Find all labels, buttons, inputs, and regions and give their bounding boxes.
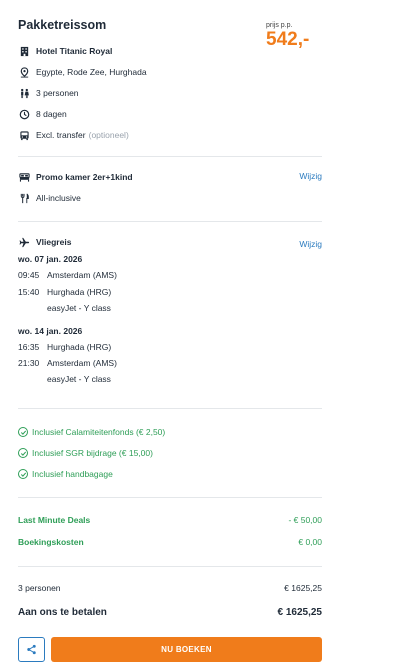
location-text: Egypte, Rode Zee, Hurghada [36, 67, 147, 77]
clock-icon [18, 108, 30, 120]
price-label: prijs p.p. [266, 22, 293, 29]
booking-costs-label: Boekingskosten [18, 537, 84, 547]
inclusion-text: Inclusief SGR bijdrage (€ 15,00) [32, 448, 153, 458]
share-button[interactable] [18, 637, 45, 662]
board-row: All-inclusive [18, 191, 81, 205]
return-dep-airport: Hurghada (HRG) [47, 342, 112, 352]
book-now-button[interactable]: NU BOEKEN [51, 637, 322, 662]
pay-total-label: Aan ons te betalen [18, 607, 107, 618]
divider [18, 566, 322, 567]
divider [18, 408, 322, 409]
transfer-optional-note: (optioneel) [88, 130, 129, 140]
pay-total-amount: € 1625,25 [277, 607, 323, 618]
room-name: Promo kamer 2er+1kind [36, 172, 133, 182]
airplane-icon [18, 236, 30, 248]
flight-title-row: Vliegreis [18, 235, 71, 249]
duration-row: 8 dagen [18, 107, 67, 121]
location-row: Egypte, Rode Zee, Hurghada [18, 65, 147, 79]
inclusion-item: Inclusief SGR bijdrage (€ 15,00) [18, 446, 153, 460]
board-text: All-inclusive [36, 193, 81, 203]
transfer-text: Excl. transfer [36, 130, 86, 140]
inclusion-text: Inclusief Calamiteitenfonds (€ 2,50) [32, 427, 166, 437]
return-date: wo. 14 jan. 2026 [18, 326, 83, 336]
discount-amount: - € 50,00 [288, 515, 322, 525]
outbound-dep-airport: Amsterdam (AMS) [47, 270, 117, 280]
return-arr-airport: Amsterdam (AMS) [47, 358, 117, 368]
check-circle-icon [18, 427, 28, 437]
page-title: Pakketreissom [18, 18, 107, 32]
duration-text: 8 dagen [36, 109, 67, 119]
hotel-row: Hotel Titanic Royal [18, 44, 112, 58]
outbound-arr-airport: Hurghada (HRG) [47, 287, 112, 297]
persons-total-label: 3 personen [18, 583, 61, 593]
persons-row: 3 personen [18, 86, 79, 100]
outbound-carrier: easyJet - Y class [47, 303, 111, 313]
outbound-arr-time: 15:40 [18, 287, 40, 297]
building-icon [18, 45, 30, 57]
price-per-person: 542,- [266, 29, 310, 50]
price-box: prijs p.p. 542,- [266, 22, 309, 50]
persons-icon [18, 87, 30, 99]
bed-icon [18, 171, 30, 183]
flight-title: Vliegreis [36, 237, 72, 247]
room-row: Promo kamer 2er+1kind [18, 170, 133, 184]
edit-room-link[interactable]: Wijzig [299, 171, 322, 181]
inclusion-item: Inclusief handbagage [18, 467, 113, 481]
divider [18, 156, 322, 157]
hotel-name: Hotel Titanic Royal [36, 46, 113, 56]
persons-text: 3 personen [36, 88, 79, 98]
inclusion-item: Inclusief Calamiteitenfonds (€ 2,50) [18, 425, 165, 439]
return-carrier: easyJet - Y class [47, 374, 111, 384]
persons-total-amount: € 1625,25 [284, 583, 322, 593]
outbound-dep-time: 09:45 [18, 270, 40, 280]
summary-header: Pakketreissom prijs p.p. 542,- [18, 18, 389, 50]
divider [18, 497, 322, 498]
transfer-row: Excl. transfer (optioneel) [18, 128, 129, 142]
map-pin-icon [18, 66, 30, 78]
bus-icon [18, 129, 30, 141]
check-circle-icon [18, 469, 28, 479]
outbound-date: wo. 07 jan. 2026 [18, 254, 83, 264]
cutlery-icon [18, 192, 30, 204]
divider [18, 221, 322, 222]
return-arr-time: 21:30 [18, 358, 40, 368]
discount-label: Last Minute Deals [18, 515, 91, 525]
edit-flight-link[interactable]: Wijzig [299, 239, 322, 249]
booking-costs-amount: € 0,00 [298, 537, 322, 547]
share-icon [27, 644, 36, 655]
inclusion-text: Inclusief handbagage [32, 469, 113, 479]
check-circle-icon [18, 448, 28, 458]
return-dep-time: 16:35 [18, 342, 40, 352]
